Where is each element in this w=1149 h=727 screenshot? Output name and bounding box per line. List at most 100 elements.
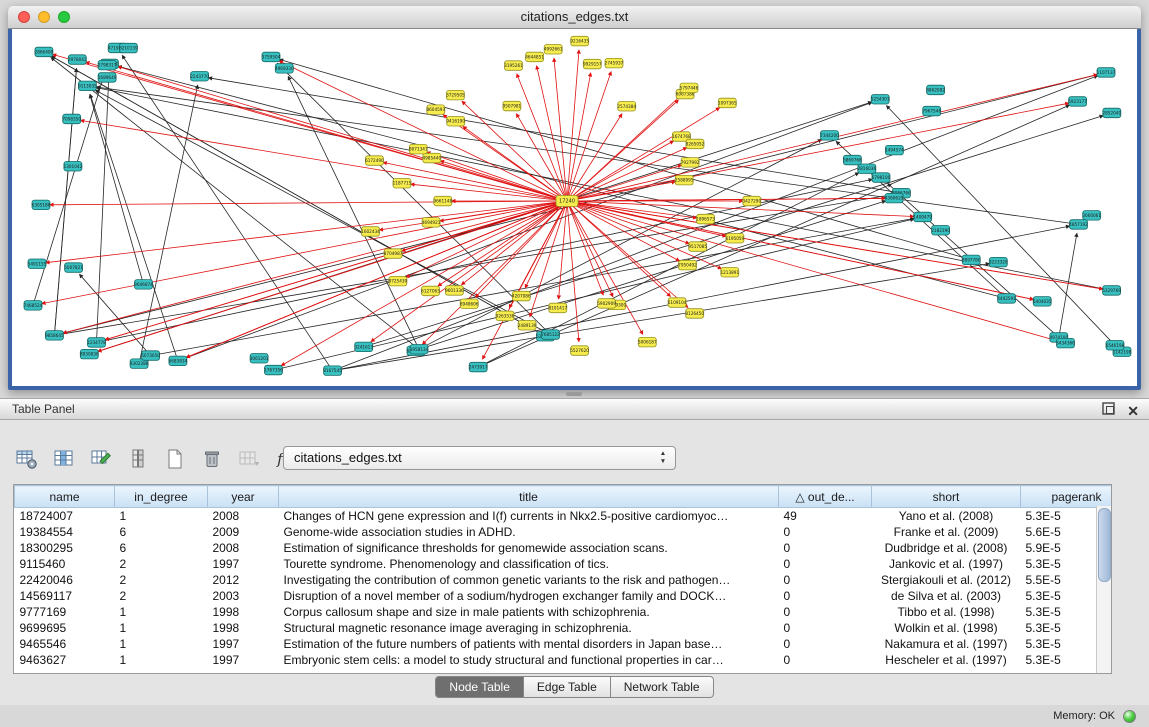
column-header-title[interactable]: title bbox=[279, 486, 779, 508]
network-node[interactable]: 6546198 bbox=[1106, 341, 1125, 351]
scrollbar-thumb[interactable] bbox=[1098, 508, 1111, 582]
network-node[interactable]: 17240 bbox=[556, 196, 578, 207]
network-node[interactable]: 7344200 bbox=[820, 131, 839, 141]
column-header-in_degree[interactable]: in_degree bbox=[115, 486, 208, 508]
table-cell[interactable]: 2008 bbox=[208, 540, 279, 556]
network-node[interactable]: 8265052 bbox=[686, 139, 705, 149]
table-cell[interactable]: 1 bbox=[115, 620, 208, 636]
table-cell[interactable]: 1 bbox=[115, 652, 208, 668]
table-cell[interactable]: Structural magnetic resonance image aver… bbox=[279, 620, 779, 636]
table-cell[interactable]: Embryonic stem cells: a model to study s… bbox=[279, 652, 779, 668]
table-cell[interactable]: 1998 bbox=[208, 604, 279, 620]
table-cell[interactable]: Changes of HCN gene expression and I(f) … bbox=[279, 508, 779, 525]
table-cell[interactable]: 2 bbox=[115, 556, 208, 572]
column-header-name[interactable]: name bbox=[15, 486, 115, 508]
table-cell[interactable]: 0 bbox=[779, 604, 872, 620]
network-node[interactable]: 2852040 bbox=[1102, 108, 1121, 118]
network-node[interactable]: 1896573 bbox=[696, 214, 715, 224]
network-node[interactable]: 9416190 bbox=[446, 117, 465, 127]
network-node[interactable]: 8167545 bbox=[323, 366, 342, 376]
table-cell[interactable]: 18300295 bbox=[15, 540, 115, 556]
table-cell[interactable]: 2012 bbox=[208, 572, 279, 588]
network-node[interactable]: 3759504 bbox=[262, 52, 281, 62]
network-node[interactable]: 5006187 bbox=[638, 337, 657, 347]
network-node[interactable]: 8210139 bbox=[119, 43, 138, 53]
network-node[interactable]: 2816036 bbox=[857, 164, 876, 174]
network-node[interactable]: 4857192 bbox=[1069, 220, 1088, 230]
network-node[interactable]: 6305188 bbox=[32, 200, 51, 210]
network-node[interactable]: 5073050 bbox=[141, 351, 160, 361]
network-node[interactable]: 1301042 bbox=[64, 162, 83, 172]
network-node[interactable]: 8897780 bbox=[962, 255, 981, 265]
table-cell[interactable]: 9463627 bbox=[15, 652, 115, 668]
table-cell[interactable]: 2009 bbox=[208, 524, 279, 540]
network-node[interactable]: 4992661 bbox=[544, 45, 563, 55]
network-canvas[interactable]: 7344200281603667981008986766140047921823… bbox=[12, 29, 1137, 386]
table-cell[interactable]: 0 bbox=[779, 572, 872, 588]
network-node[interactable]: 4969330 bbox=[275, 64, 294, 74]
network-node[interactable]: 1400479 bbox=[913, 212, 932, 222]
table-cell[interactable]: Estimation of the future numbers of pati… bbox=[279, 636, 779, 652]
network-node[interactable]: 6109104 bbox=[668, 298, 687, 308]
network-node[interactable]: 2978042 bbox=[68, 55, 87, 65]
network-node[interactable]: 1602434 bbox=[361, 227, 380, 237]
network-node[interactable]: 8604593 bbox=[426, 105, 445, 115]
table-row[interactable]: 1872400712008Changes of HCN gene express… bbox=[15, 508, 1113, 525]
panel-splitter-handle[interactable] bbox=[566, 392, 582, 396]
table-cell[interactable]: Wolkin et al. (1998) bbox=[872, 620, 1021, 636]
memory-indicator-icon[interactable] bbox=[1123, 710, 1136, 723]
table-cell[interactable]: 0 bbox=[779, 556, 872, 572]
table-cell[interactable]: Hescheler et al. (1997) bbox=[872, 652, 1021, 668]
network-node[interactable]: 9113035 bbox=[78, 81, 97, 91]
table-row[interactable]: 2242004622012Investigating the contribut… bbox=[15, 572, 1113, 588]
table-cell[interactable]: 1997 bbox=[208, 556, 279, 572]
network-node[interactable]: 9263536 bbox=[496, 311, 515, 321]
network-node[interactable]: 3061201 bbox=[250, 354, 269, 364]
table-cell[interactable]: de Silva et al. (2003) bbox=[872, 588, 1021, 604]
table-cell[interactable]: Franke et al. (2009) bbox=[872, 524, 1021, 540]
table-cell[interactable]: 49 bbox=[779, 508, 872, 525]
table-cell[interactable]: 1997 bbox=[208, 652, 279, 668]
edit-columns-button[interactable] bbox=[88, 446, 114, 472]
delete-button[interactable] bbox=[199, 446, 225, 472]
network-node[interactable]: 2473917 bbox=[469, 362, 488, 372]
network-node[interactable]: 5527620 bbox=[570, 346, 589, 356]
network-node[interactable]: 1097365 bbox=[718, 98, 737, 108]
table-row[interactable]: 1938455462009Genome-wide association stu… bbox=[15, 524, 1113, 540]
table-cell[interactable]: 9465546 bbox=[15, 636, 115, 652]
column-header-year[interactable]: year bbox=[208, 486, 279, 508]
network-node[interactable]: 7685122 bbox=[541, 330, 560, 340]
table-cell[interactable]: Disruption of a novel member of a sodium… bbox=[279, 588, 779, 604]
column-header-pagerank[interactable]: pagerank bbox=[1021, 486, 1113, 508]
minimize-window-button[interactable] bbox=[38, 11, 50, 23]
network-node[interactable]: 3060061 bbox=[1082, 211, 1101, 221]
network-node[interactable]: 1213891 bbox=[720, 268, 739, 278]
table-row[interactable]: 946362711997Embryonic stem cells: a mode… bbox=[15, 652, 1113, 668]
network-node[interactable]: 2243770 bbox=[190, 72, 209, 82]
network-node[interactable]: 2588995 bbox=[675, 175, 694, 185]
table-cell[interactable]: 0 bbox=[779, 620, 872, 636]
network-node[interactable]: 1494574 bbox=[885, 145, 904, 155]
network-node[interactable]: 2574384 bbox=[617, 102, 636, 112]
table-cell[interactable]: 6 bbox=[115, 524, 208, 540]
table-cell[interactable]: 14569117 bbox=[15, 588, 115, 604]
tab-node-table[interactable]: Node Table bbox=[435, 676, 524, 698]
network-node[interactable]: 3729505 bbox=[446, 90, 465, 100]
table-cell[interactable]: 0 bbox=[779, 588, 872, 604]
column-selector-button[interactable] bbox=[51, 446, 77, 472]
close-panel-icon[interactable]: ✕ bbox=[1127, 404, 1139, 418]
table-row[interactable]: 1456911722003Disruption of a novel membe… bbox=[15, 588, 1113, 604]
network-node[interactable]: 3958134 bbox=[410, 345, 429, 355]
network-node[interactable]: 7468524 bbox=[24, 301, 43, 311]
network-node[interactable]: 6404035 bbox=[1033, 297, 1052, 307]
table-cell[interactable]: 2 bbox=[115, 572, 208, 588]
table-cell[interactable]: 9699695 bbox=[15, 620, 115, 636]
table-cell[interactable]: 0 bbox=[779, 636, 872, 652]
network-node[interactable]: 3241613 bbox=[354, 342, 373, 352]
network-node[interactable]: 9646874 bbox=[134, 280, 153, 290]
table-cell[interactable]: Nakamura et al. (1997) bbox=[872, 636, 1021, 652]
network-node[interactable]: 2798317 bbox=[98, 60, 117, 70]
table-row[interactable]: 946554611997Estimation of the future num… bbox=[15, 636, 1113, 652]
table-cell[interactable]: 0 bbox=[779, 524, 872, 540]
table-cell[interactable]: 19384554 bbox=[15, 524, 115, 540]
